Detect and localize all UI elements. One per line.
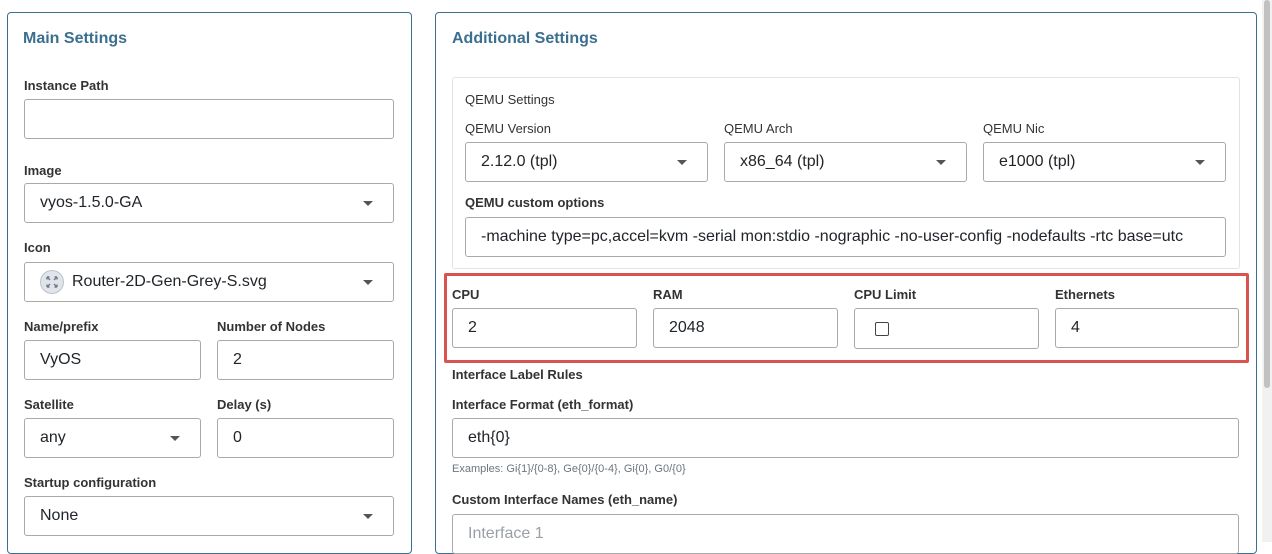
chevron-down-icon	[677, 160, 687, 165]
router-icon	[40, 270, 64, 294]
ram-input[interactable]: 2048	[653, 308, 838, 348]
main-settings-title: Main Settings	[23, 30, 128, 47]
interface-format-input[interactable]: eth{0}	[452, 418, 1239, 458]
delay-label: Delay (s)	[217, 397, 272, 412]
startup-configuration-label: Startup configuration	[24, 475, 157, 490]
instance-path-input[interactable]	[24, 99, 394, 139]
qemu-version-label: QEMU Version	[465, 121, 551, 136]
cpu-limit-checkbox[interactable]	[875, 321, 889, 336]
interface-format-hint: Examples: Gi{1}/{0-8}, Ge{0}/{0-4}, Gi{0…	[452, 463, 686, 475]
chevron-down-icon	[936, 160, 946, 165]
chevron-down-icon	[363, 201, 373, 206]
custom-interface-names-label: Custom Interface Names (eth_name)	[452, 492, 678, 507]
chevron-down-icon	[170, 436, 180, 441]
name-prefix-input[interactable]: VyOS	[24, 340, 201, 380]
number-of-nodes-label: Number of Nodes	[217, 319, 326, 334]
qemu-version-select[interactable]: 2.12.0 (tpl)	[465, 142, 708, 182]
icon-select-value: Router-2D-Gen-Grey-S.svg	[72, 273, 267, 290]
qemu-arch-label: QEMU Arch	[724, 121, 793, 136]
ethernets-label: Ethernets	[1055, 287, 1115, 302]
ethernets-input[interactable]: 4	[1055, 308, 1239, 348]
additional-settings-title: Additional Settings	[452, 30, 598, 47]
icon-label: Icon	[24, 240, 51, 255]
qemu-nic-select[interactable]: e1000 (tpl)	[983, 142, 1226, 182]
ram-label: RAM	[653, 287, 683, 302]
custom-interface-names-placeholder: Interface 1	[468, 525, 544, 542]
qemu-custom-options-label: QEMU custom options	[465, 195, 605, 210]
cpu-input[interactable]: 2	[452, 308, 637, 348]
interface-format-label: Interface Format (eth_format)	[452, 397, 634, 412]
startup-configuration-value: None	[40, 507, 79, 524]
chevron-down-icon	[363, 514, 373, 519]
qemu-nic-label: QEMU Nic	[983, 121, 1045, 136]
custom-interface-names-input[interactable]: Interface 1	[452, 514, 1239, 554]
startup-configuration-select[interactable]: None	[24, 496, 394, 536]
satellite-label: Satellite	[24, 397, 74, 412]
qemu-custom-options-input[interactable]: -machine type=pc,accel=kvm -serial mon:s…	[465, 217, 1226, 257]
satellite-select[interactable]: any	[24, 418, 201, 458]
qemu-settings-title: QEMU Settings	[465, 92, 555, 107]
image-select[interactable]: vyos-1.5.0-GA	[24, 183, 394, 223]
cpu-limit-field	[854, 308, 1039, 349]
interface-label-rules-title: Interface Label Rules	[452, 367, 583, 382]
qemu-version-value: 2.12.0 (tpl)	[481, 153, 558, 170]
cpu-label: CPU	[452, 287, 480, 302]
instance-path-label: Instance Path	[24, 78, 109, 93]
page-scrollbar-thumb[interactable]	[1264, 0, 1270, 388]
qemu-arch-select[interactable]: x86_64 (tpl)	[724, 142, 967, 182]
delay-input[interactable]: 0	[217, 418, 394, 458]
icon-select[interactable]: Router-2D-Gen-Grey-S.svg	[24, 262, 394, 302]
satellite-select-value: any	[40, 429, 66, 446]
chevron-down-icon	[363, 280, 373, 285]
number-of-nodes-input[interactable]: 2	[217, 340, 394, 380]
image-select-value: vyos-1.5.0-GA	[40, 194, 143, 211]
cpu-limit-label: CPU Limit	[854, 287, 917, 302]
name-prefix-label: Name/prefix	[24, 319, 99, 334]
image-label: Image	[24, 163, 62, 178]
qemu-arch-value: x86_64 (tpl)	[740, 153, 825, 170]
chevron-down-icon	[1195, 160, 1205, 165]
qemu-nic-value: e1000 (tpl)	[999, 153, 1076, 170]
